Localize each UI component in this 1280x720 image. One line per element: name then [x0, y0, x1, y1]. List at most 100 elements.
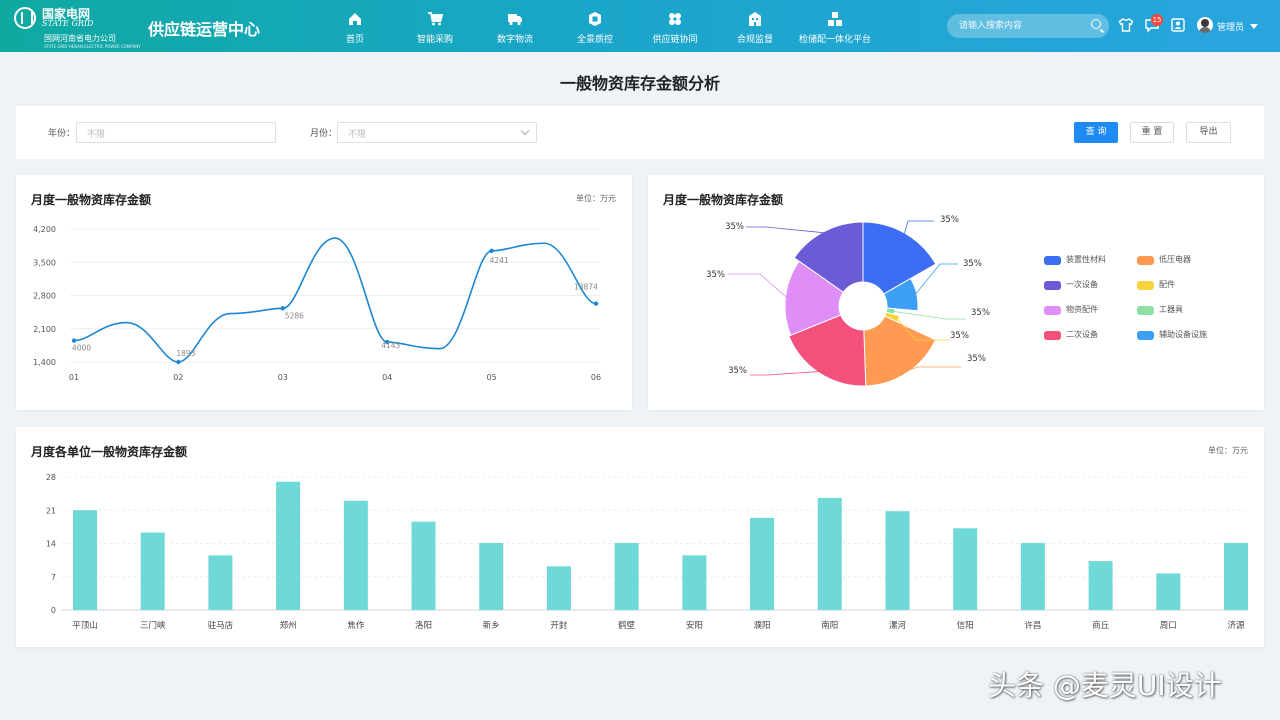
nav-item-logistics[interactable]: 数字物流 [473, 0, 557, 52]
month-label: 月份： [310, 129, 338, 139]
bar [1156, 573, 1181, 610]
search-input[interactable] [959, 18, 1089, 34]
legend-item[interactable]: 辅助设备设施 [1137, 328, 1232, 342]
bar [1224, 543, 1248, 610]
x-tick-label: 03 [278, 373, 288, 382]
y-tick-label: 4,200 [33, 225, 56, 234]
month-select-value: 不限 [348, 130, 367, 140]
legend-swatch [1044, 256, 1061, 265]
user-name[interactable]: 管理员 [1217, 20, 1244, 33]
legend-item[interactable]: 装置性材料 [1044, 253, 1139, 267]
chevron-down-icon[interactable] [1250, 24, 1258, 29]
rose-chart-panel: 月度一般物资库存金额 35% 35% 35% 35% 35% 35% 35% 35% 装置性材… [648, 175, 1264, 410]
nav-item-compliance[interactable]: 合规监督 [713, 0, 797, 52]
legend-swatch [1044, 281, 1061, 290]
search-icon[interactable] [1091, 19, 1101, 29]
x-tick-label: 济源 [1227, 620, 1245, 631]
nav-label: 数字物流 [496, 35, 533, 45]
month-select[interactable]: 不限 [337, 122, 537, 143]
x-tick-label: 许昌 [1024, 620, 1041, 631]
legend-swatch [1137, 281, 1154, 290]
legend-item[interactable]: 物资配件 [1044, 303, 1139, 317]
top-bar: 国家电网 STATE GRID 国网河南省电力公司 STATE GRID HEN… [0, 0, 1280, 52]
search-box [947, 14, 1109, 38]
leader-line [746, 226, 826, 234]
legend-swatch [1137, 331, 1154, 340]
page-title: 一般物资库存金额分析 [559, 74, 720, 93]
data-label: 4241 [490, 256, 509, 265]
bar [411, 521, 436, 610]
legend-swatch [1137, 306, 1154, 315]
legend-item[interactable]: 二次设备 [1044, 328, 1139, 342]
legend-item[interactable]: 配件 [1137, 278, 1232, 292]
bar-chart-panel: 月度各单位一般物资库存金额 单位：万元 0 7 14 21 28 平顶山 三门峡 驻马店 郑州焦… [16, 427, 1264, 647]
nav-label: 智能采购 [416, 35, 453, 45]
x-tick-label: 濮阳 [754, 620, 771, 631]
bar [343, 500, 368, 610]
nav-label: 供应链协同 [652, 35, 698, 45]
y-tick-label: 7 [51, 573, 56, 582]
leader-line [903, 220, 934, 236]
y-tick-label: 3,500 [33, 258, 56, 267]
legend-swatch [1137, 256, 1154, 265]
y-tick-label: 28 [46, 473, 56, 482]
data-label: 1893 [176, 349, 195, 358]
x-tick-label: 焦作 [347, 620, 365, 631]
nav-item-collaboration[interactable]: 供应链协同 [633, 0, 717, 52]
y-tick-label: 14 [46, 540, 56, 549]
nav-label: 检储配一体化平台 [798, 35, 871, 45]
x-tick-label: 南阳 [821, 620, 838, 631]
leader-line [750, 371, 821, 376]
shield-icon [586, 11, 604, 27]
logo-company-name-en: STATE GRID HENAN ELECTRIC POWER COMPANY [44, 44, 141, 49]
slice-label: 35% [728, 366, 747, 376]
legend-item[interactable]: 工器具 [1137, 303, 1232, 317]
leader-line [728, 273, 788, 299]
x-tick-label: 02 [173, 373, 183, 382]
y-tick-label: 2,100 [33, 325, 56, 334]
data-label: 4143 [381, 341, 400, 350]
nav-item-quality[interactable]: 全景质控 [553, 0, 637, 52]
y-tick-label: 21 [46, 506, 56, 515]
nav-item-procurement[interactable]: 智能采购 [393, 0, 477, 52]
nav-item-warehouse-platform[interactable]: 检储配一体化平台 [793, 0, 877, 52]
legend-item[interactable]: 低压电器 [1137, 253, 1232, 267]
state-grid-logo-icon [14, 7, 36, 29]
year-input[interactable]: 不限 [76, 122, 276, 143]
x-tick-label: 04 [382, 373, 392, 382]
legend-item[interactable]: 一次设备 [1044, 278, 1139, 292]
cart-icon [426, 11, 444, 27]
reset-button[interactable]: 重 置 [1130, 122, 1174, 143]
x-tick-label: 漯河 [889, 620, 907, 631]
boxes-icon [826, 11, 844, 27]
slice-label: 35% [971, 308, 990, 318]
legend-label: 配件 [1159, 280, 1175, 289]
rose-chart: 35% 35% 35% 35% 35% 35% 35% 35% [706, 215, 990, 387]
nav-label: 合规监督 [736, 35, 773, 45]
rose-slice [863, 315, 937, 387]
state-grid-logo[interactable]: 国家电网 STATE GRID 国网河南省电力公司 STATE GRID HEN… [14, 5, 144, 49]
export-button[interactable]: 导出 [1186, 122, 1231, 143]
legend-label: 低压电器 [1159, 255, 1191, 264]
slice-label: 35% [963, 259, 982, 269]
bar [140, 532, 165, 610]
avatar[interactable] [1197, 17, 1213, 33]
data-point [593, 301, 599, 306]
x-tick-label: 05 [487, 373, 497, 382]
line-chart: 1,400 2,100 2,800 3,500 4,200 01 02 03 04 05 06 400… [33, 225, 601, 382]
nav-label: 全景质控 [576, 35, 613, 45]
bar [1020, 543, 1045, 610]
x-tick-label: 洛阳 [415, 620, 432, 631]
brand-title: 供应链运营中心 [148, 20, 261, 39]
shirt-icon[interactable] [1118, 17, 1134, 33]
bar [479, 543, 504, 610]
chevron-down-icon [520, 126, 530, 136]
nav-label: 首页 [345, 35, 364, 45]
y-tick-label: 1,400 [33, 358, 56, 367]
nav-item-home[interactable]: 首页 [313, 0, 397, 52]
user-card-icon[interactable] [1170, 17, 1186, 33]
leader-line [892, 310, 966, 320]
bar [276, 481, 301, 610]
query-button[interactable]: 查 询 [1074, 122, 1118, 143]
x-tick-label: 周口 [1160, 621, 1177, 631]
